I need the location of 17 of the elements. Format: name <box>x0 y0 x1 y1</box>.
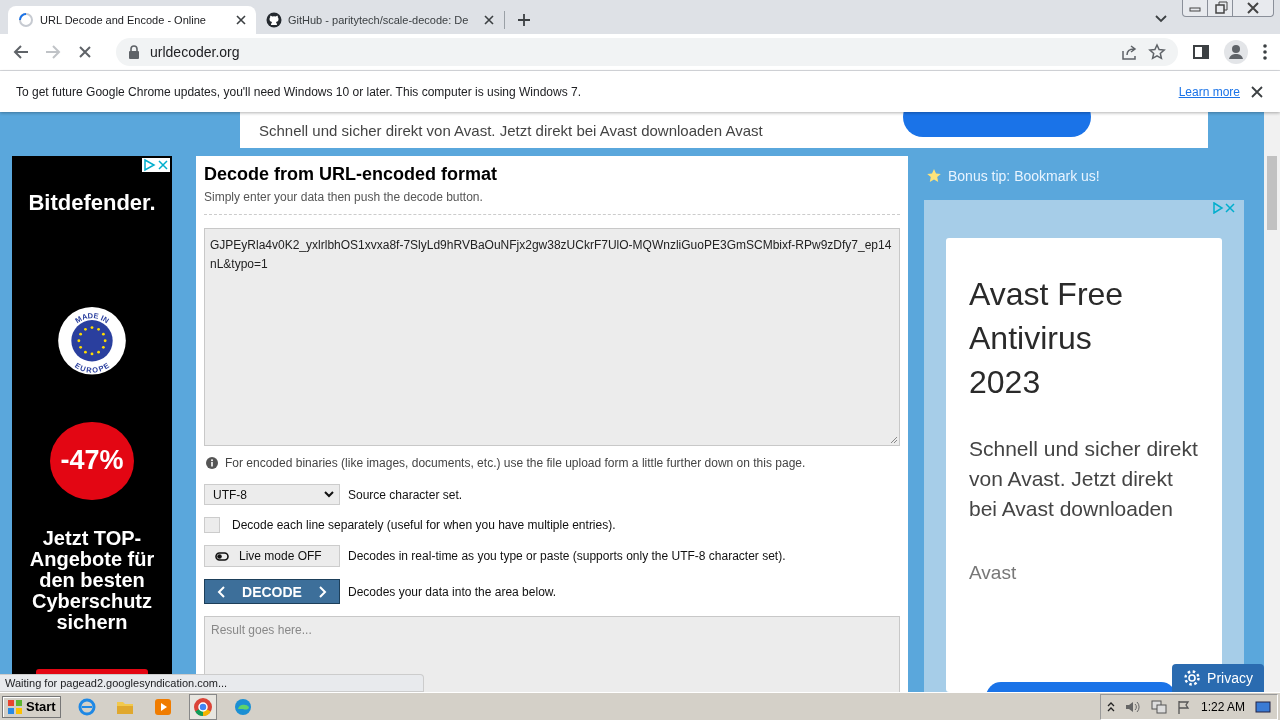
option-label: Decodes your data into the area below. <box>348 584 557 599</box>
ad-title: Avast Free Antivirus 2023 <box>969 275 1125 402</box>
ad-text: Schnell und sicher direkt von Avast. Jetzt direkt bei Avast downloaden Avast <box>259 121 763 139</box>
page-subtitle: Simply enter your data then push the decode button. <box>204 190 484 204</box>
ad-text: Schnell und sicher direkt von Avast. Jetzt direkt bei Avast downloaden <box>969 436 1199 522</box>
brand-name: Bitdefender. <box>28 190 156 216</box>
advertiser-name: Avast <box>969 562 1018 584</box>
status-tooltip: Waiting for pagead2.googlesyndication.com... <box>0 674 424 692</box>
discount-badge: -47% <box>50 421 134 501</box>
update-message: To get future Google Chrome updates, you'll need Windows 10 or later. This computer is using Windows 7. <box>16 84 583 99</box>
option-label: Decodes in real-time as you type or paste (supports only the UTF-8 character set). <box>348 549 786 563</box>
ad-headline: Jetzt TOP-Angebote für den besten Cyberschutz sichern <box>28 528 156 634</box>
page-title: Decode from URL-encoded format <box>204 164 499 185</box>
bonus-tip: Bonus tip: Bookmark us! <box>948 168 1100 184</box>
option-label: Decode each line separately (useful for when you have multiple entries). <box>232 518 616 532</box>
option-label: Source character set. <box>348 487 463 502</box>
info-text: For encoded binaries (like images, documents, etc.) use the file upload form a little further down on this page. <box>225 456 806 470</box>
